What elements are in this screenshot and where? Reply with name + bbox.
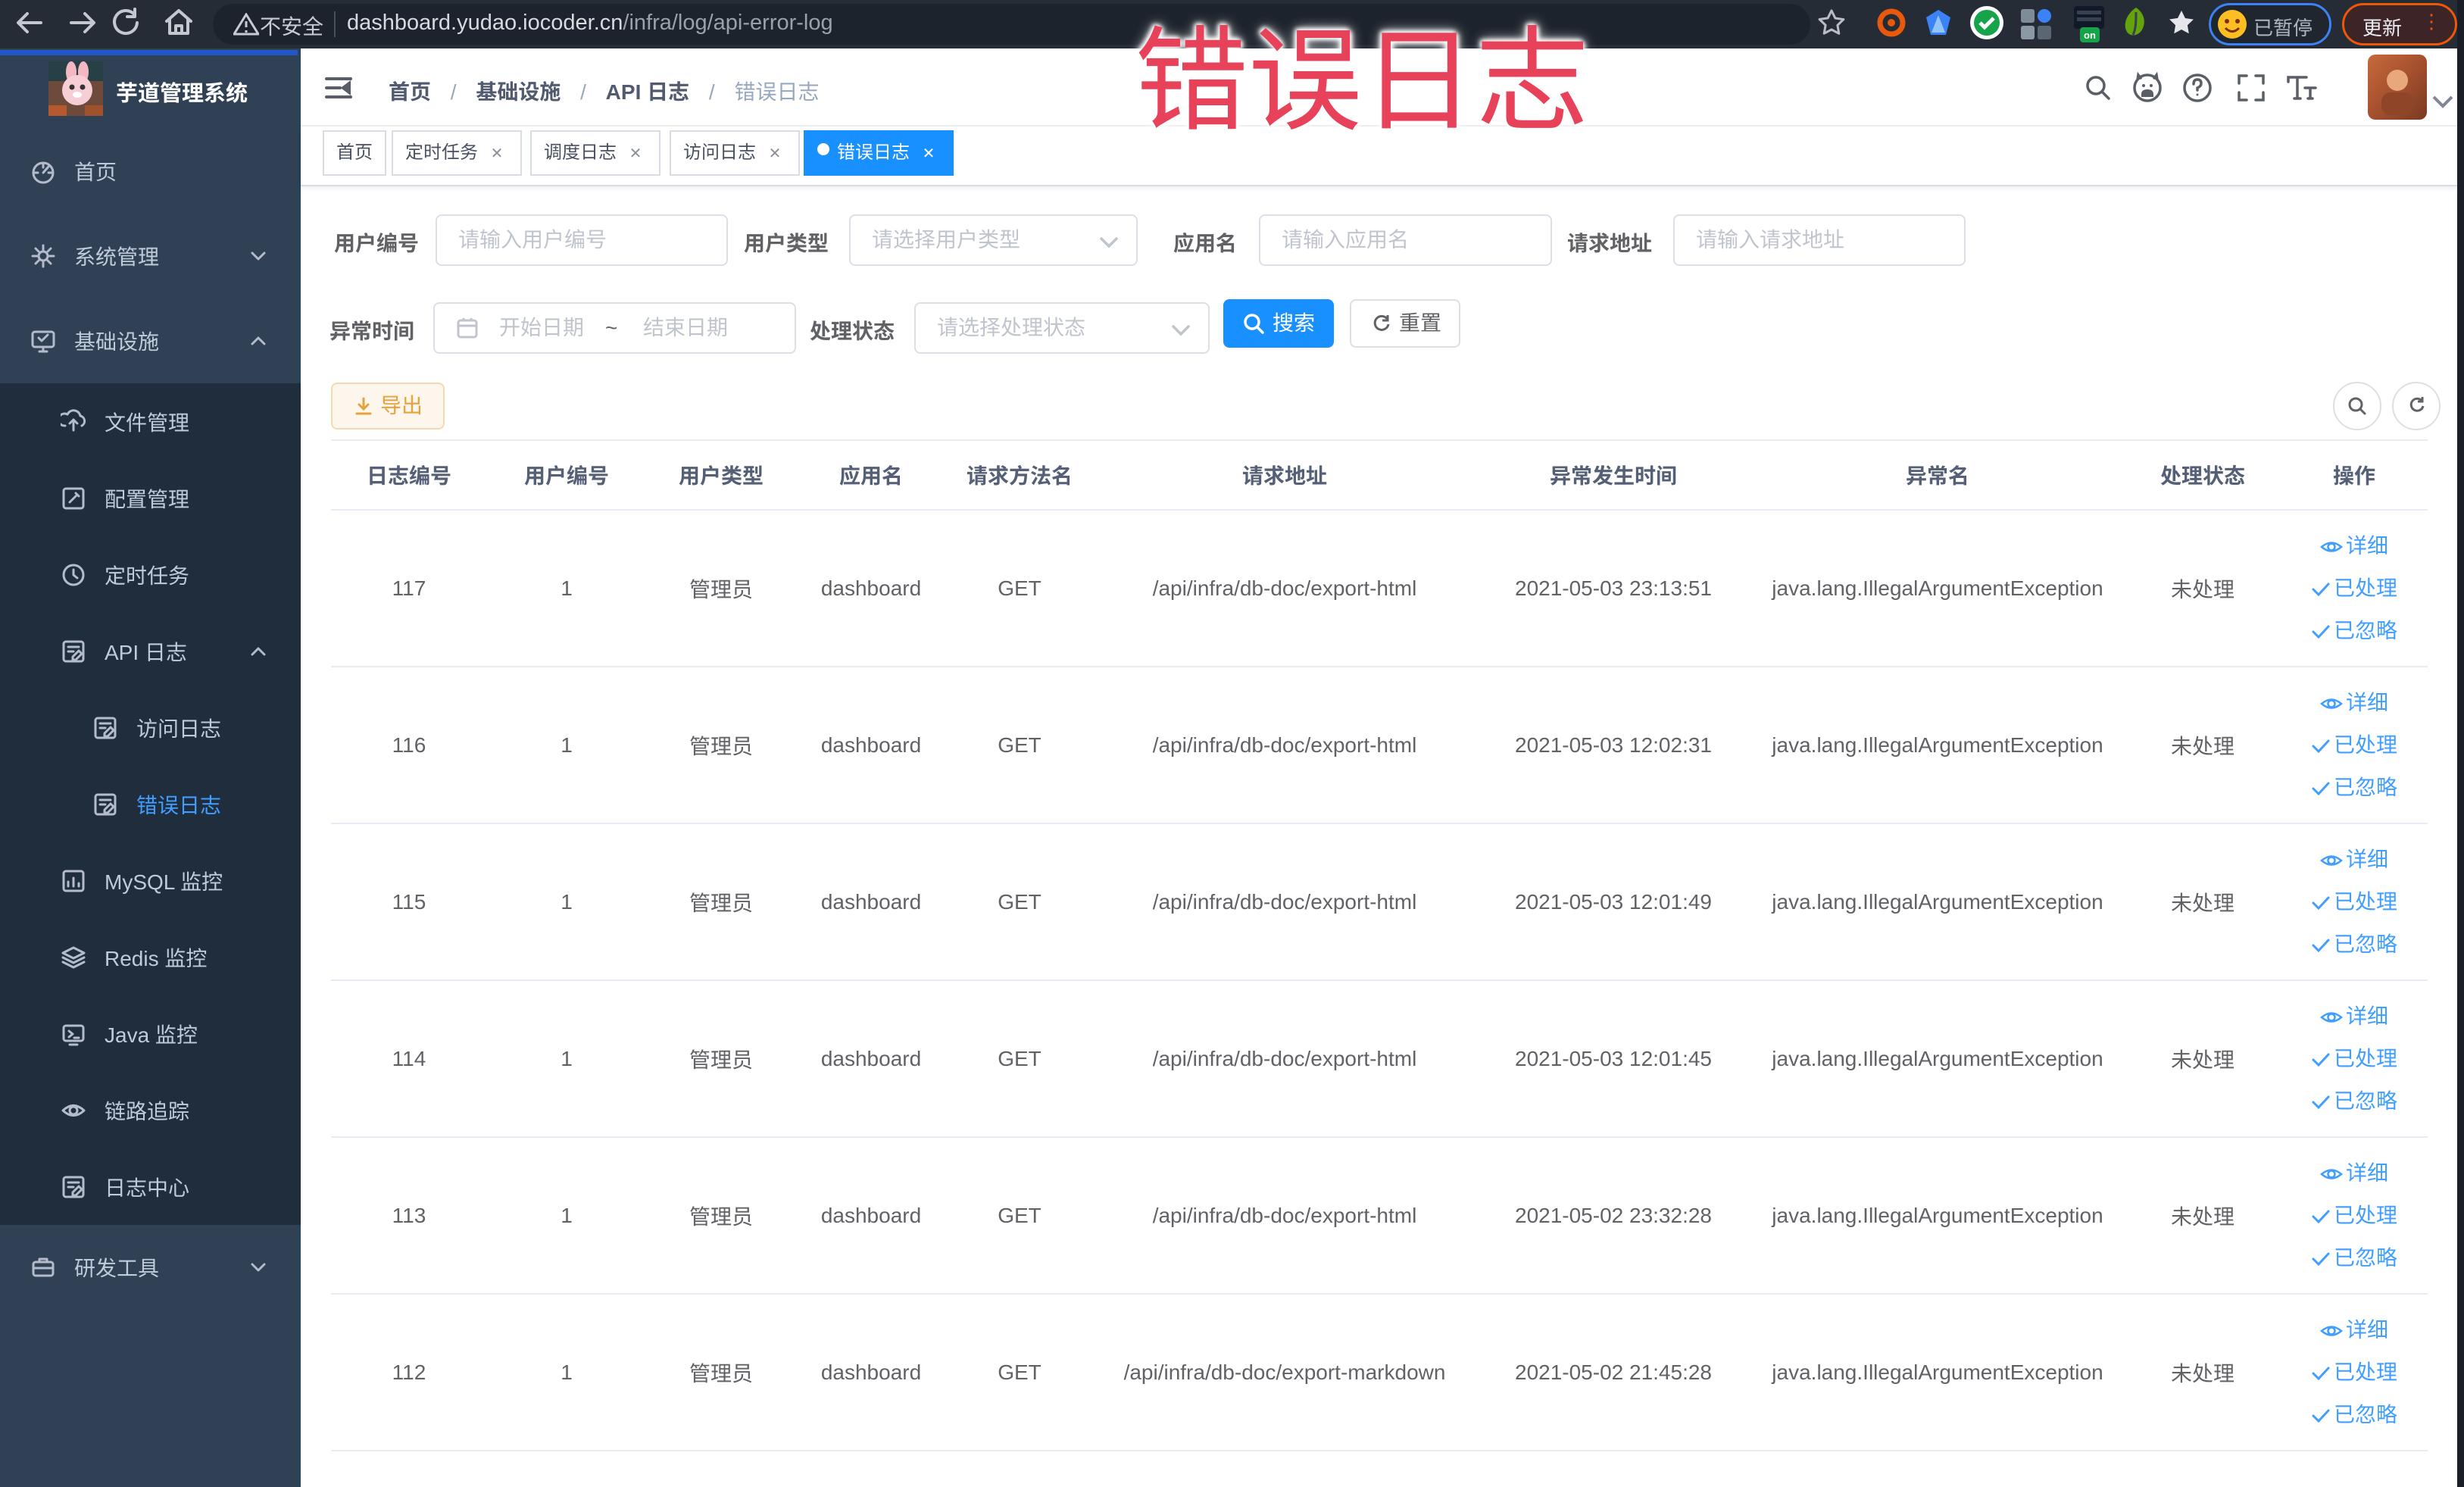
svg-text:on: on xyxy=(2084,30,2096,41)
